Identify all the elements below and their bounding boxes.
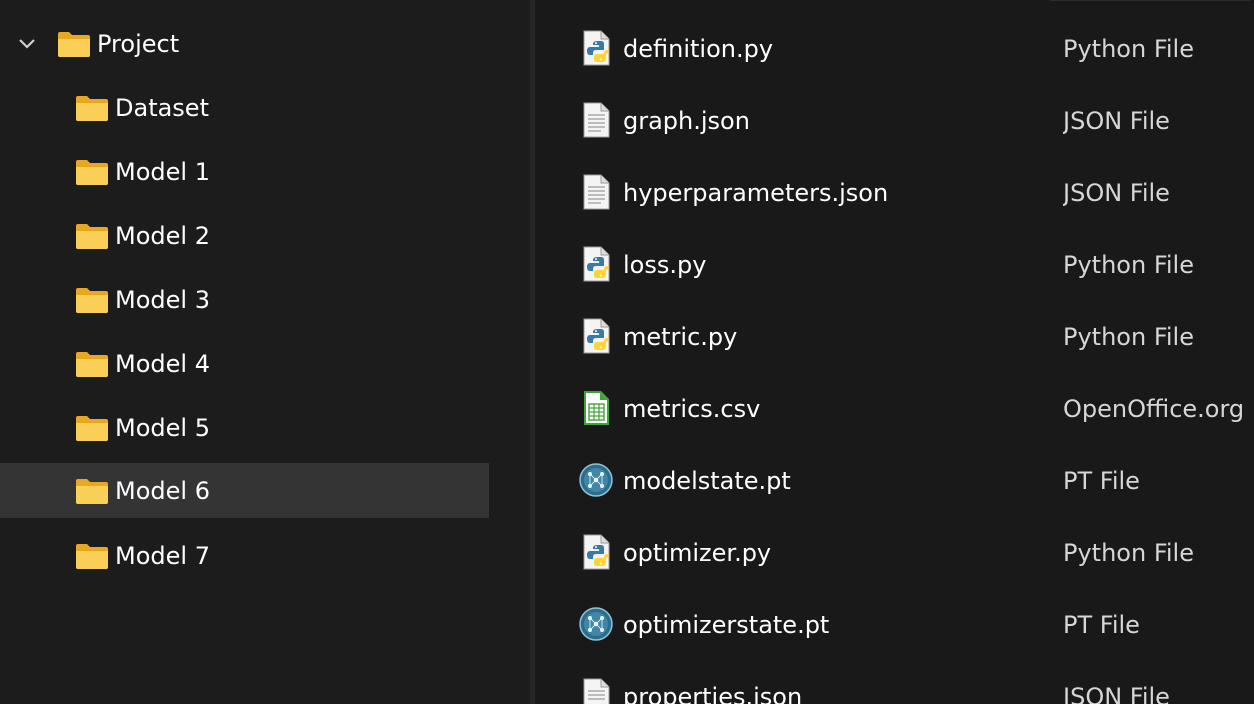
tree-item-model-5[interactable]: Model 5	[0, 400, 489, 455]
tree-item-model-4[interactable]: Model 4	[0, 336, 489, 391]
file-type: Python File	[1063, 539, 1194, 567]
pytorch-file-icon	[579, 463, 613, 497]
file-row[interactable]: modelstate.pt PT File	[535, 445, 1254, 517]
python-file-icon	[583, 246, 610, 282]
file-row[interactable]: metric.py Python File	[535, 301, 1254, 373]
tree-item-label: Dataset	[115, 93, 209, 122]
file-type: JSON File	[1063, 107, 1170, 135]
file-name: properties.json	[623, 683, 803, 704]
file-row[interactable]: optimizerstate.pt PT File	[535, 589, 1254, 661]
folder-icon	[76, 478, 108, 504]
pytorch-file-icon	[579, 607, 613, 641]
tree-item-model-2[interactable]: Model 2	[0, 208, 489, 263]
file-row[interactable]: graph.json JSON File	[535, 85, 1254, 157]
file-name: definition.py	[623, 35, 774, 63]
folder-icon	[76, 287, 108, 313]
tree-item-model-7[interactable]: Model 7	[0, 528, 489, 583]
file-type: JSON File	[1063, 179, 1170, 207]
file-explorer-window: Project Dataset Model 1 Model 2 Model 3 …	[0, 0, 1254, 704]
folder-icon	[76, 159, 108, 185]
text-file-icon	[583, 174, 610, 210]
tree-item-label: Model 4	[115, 349, 210, 378]
file-row[interactable]: hyperparameters.json JSON File	[535, 157, 1254, 229]
tree-item-label: Model 6	[115, 476, 210, 505]
tree-item-label: Model 2	[115, 221, 210, 250]
file-row[interactable]: properties.json JSON File	[535, 661, 1254, 704]
file-type: PT File	[1063, 611, 1140, 639]
file-name: metrics.csv	[623, 395, 761, 423]
file-type: Python File	[1063, 35, 1194, 63]
file-name: optimizer.py	[623, 539, 772, 567]
folder-icon	[76, 543, 108, 569]
tree-item-dataset[interactable]: Dataset	[0, 80, 489, 135]
file-type: Python File	[1063, 251, 1194, 279]
file-list: definition.py Python File graph.json JSO…	[535, 0, 1254, 704]
python-file-icon	[583, 318, 610, 354]
python-file-icon	[583, 30, 610, 66]
tree-item-label: Model 1	[115, 157, 210, 186]
tree-item-model-6[interactable]: Model 6	[0, 463, 489, 518]
file-row[interactable]: definition.py Python File	[535, 13, 1254, 85]
file-row[interactable]: optimizer.py Python File	[535, 517, 1254, 589]
folder-icon	[58, 31, 90, 57]
text-file-icon	[583, 678, 610, 704]
tree-item-label: Project	[97, 29, 180, 58]
file-name: modelstate.pt	[623, 467, 791, 495]
folder-icon	[76, 95, 108, 121]
file-name: graph.json	[623, 107, 750, 135]
tree-item-model-1[interactable]: Model 1	[0, 144, 489, 199]
file-name: hyperparameters.json	[623, 179, 889, 207]
file-type: Python File	[1063, 323, 1194, 351]
folder-icon	[76, 223, 108, 249]
spreadsheet-file-icon	[584, 391, 609, 425]
file-name: loss.py	[623, 251, 707, 279]
file-name: metric.py	[623, 323, 738, 351]
tree-item-label: Model 7	[115, 541, 210, 570]
file-name: optimizerstate.pt	[623, 611, 830, 639]
tree-item-label: Model 3	[115, 285, 210, 314]
python-file-icon	[583, 534, 610, 570]
chevron-down-icon[interactable]	[17, 34, 37, 54]
folder-icon	[76, 351, 108, 377]
folder-icon	[76, 415, 108, 441]
file-type: JSON File	[1063, 683, 1170, 704]
tree-item-model-3[interactable]: Model 3	[0, 272, 489, 327]
text-file-icon	[583, 102, 610, 138]
file-type: PT File	[1063, 467, 1140, 495]
column-divider	[1050, 0, 1250, 1]
tree-item-project[interactable]: Project	[0, 16, 489, 71]
file-row[interactable]: metrics.csv OpenOffice.org	[535, 373, 1254, 445]
file-row[interactable]: loss.py Python File	[535, 229, 1254, 301]
tree-item-label: Model 5	[115, 413, 210, 442]
navigation-pane: Project Dataset Model 1 Model 2 Model 3 …	[0, 0, 530, 704]
file-type: OpenOffice.org	[1063, 395, 1245, 423]
